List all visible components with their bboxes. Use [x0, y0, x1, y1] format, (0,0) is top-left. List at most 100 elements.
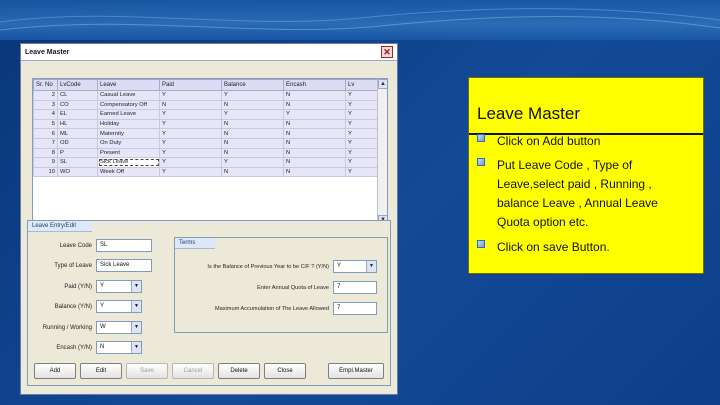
- type-of-leave-input[interactable]: Sick Leave: [96, 259, 152, 272]
- bullet-icon: [477, 158, 485, 166]
- callout-title: Leave Master: [477, 104, 580, 123]
- encash-select[interactable]: N ▼: [96, 341, 142, 354]
- type-of-leave-label: Type of Leave: [54, 263, 92, 269]
- col-header-leave[interactable]: Leave: [97, 79, 160, 91]
- cell-leave: Present: [97, 147, 160, 159]
- col-header-lv[interactable]: Lv: [345, 79, 378, 91]
- cell-balance: N: [221, 118, 284, 130]
- col-header-srno[interactable]: Sr. No: [33, 79, 58, 91]
- cell-srno: 5: [33, 118, 58, 130]
- cell-lv: Y: [345, 90, 378, 101]
- add-button[interactable]: Add: [34, 363, 76, 379]
- cell-srno: 7: [33, 137, 58, 149]
- cell-leave: Maternity: [97, 128, 160, 139]
- col-header-balance[interactable]: Balance: [221, 79, 284, 91]
- table-row[interactable]: 3 CO Compensatory Off N N N Y: [33, 99, 378, 111]
- empl-master-button[interactable]: Empl.Master: [328, 363, 384, 379]
- close-icon[interactable]: ✕: [381, 46, 393, 58]
- balance-select[interactable]: Y ▼: [96, 300, 142, 313]
- chevron-down-icon[interactable]: ▼: [131, 342, 141, 353]
- cell-leave: Earned Leave: [97, 109, 160, 120]
- cell-lvcode: EL: [57, 109, 98, 120]
- max-accumulation-input[interactable]: 7: [333, 302, 377, 315]
- annual-quota-label: Enter Annual Quota of Leave: [257, 285, 329, 291]
- cancel-button[interactable]: Cancel: [172, 363, 214, 379]
- encash-label: Encash (Y/N): [56, 345, 92, 351]
- running-working-select[interactable]: W ▼: [96, 321, 142, 334]
- cell-srno: 10: [33, 166, 58, 178]
- cell-lvcode: P: [57, 147, 98, 159]
- chevron-down-icon[interactable]: ▼: [131, 322, 141, 333]
- cell-leave: Week Off: [97, 166, 160, 178]
- paid-select[interactable]: Y ▼: [96, 280, 142, 293]
- cell-lv: Y: [345, 147, 378, 159]
- save-button[interactable]: Save: [126, 363, 168, 379]
- cell-leave: On Duty: [97, 137, 160, 149]
- chevron-down-icon[interactable]: ▼: [366, 261, 376, 272]
- cell-paid: Y: [159, 166, 222, 178]
- carry-forward-select[interactable]: Y ▼: [333, 260, 377, 273]
- bullet-text: Put Leave Code , Type of Leave,select pa…: [497, 158, 658, 229]
- bullet-item: Put Leave Code , Type of Leave,select pa…: [477, 156, 689, 232]
- cell-srno: 4: [33, 109, 58, 120]
- cell-encash: N: [283, 137, 346, 149]
- window-title: Leave Master: [25, 48, 70, 56]
- cell-lv: Y: [345, 137, 378, 149]
- leave-code-input[interactable]: SL: [96, 239, 152, 252]
- cell-encash: N: [283, 147, 346, 159]
- max-accumulation-label: Maximum Accumulation of The Leave Allowe…: [214, 306, 329, 312]
- cell-lvcode: WO: [57, 166, 98, 178]
- cell-encash: N: [283, 166, 346, 178]
- paid-value: Y: [100, 283, 105, 289]
- running-working-value: W: [100, 324, 106, 330]
- table-row[interactable]: 6 ML Maternity Y N N Y: [33, 128, 378, 139]
- cell-balance: N: [221, 166, 284, 178]
- table-row[interactable]: 4 EL Earned Leave Y Y Y Y: [33, 109, 378, 120]
- carry-forward-value: Y: [337, 263, 342, 269]
- carry-forward-label: Is the Balance of Previous Year to be C/…: [207, 264, 329, 270]
- col-header-encash[interactable]: Encash: [283, 79, 346, 91]
- table-row[interactable]: 10 WO Week Off Y N N Y: [33, 166, 378, 178]
- bullet-icon: [477, 240, 485, 248]
- leave-master-window: Leave Master ✕ Sr. No LvCode Leave Paid …: [20, 43, 398, 395]
- chevron-down-icon[interactable]: ▼: [131, 281, 141, 292]
- cell-paid: Y: [159, 90, 222, 101]
- col-header-paid[interactable]: Paid: [159, 79, 222, 91]
- leave-table: Sr. No LvCode Leave Paid Balance Encash …: [33, 79, 378, 178]
- paid-label: Paid (Y/N): [64, 284, 92, 290]
- cell-lv: Y: [345, 128, 378, 139]
- table-row[interactable]: 8 P Present Y N N Y: [33, 147, 378, 159]
- encash-value: N: [100, 344, 105, 350]
- table-row[interactable]: 7 OD On Duty Y N N Y: [33, 137, 378, 149]
- close-button[interactable]: Close: [264, 363, 306, 379]
- delete-button[interactable]: Delete: [218, 363, 260, 379]
- table-row[interactable]: 5 HL Holiday Y N N Y: [33, 118, 378, 130]
- chevron-down-icon[interactable]: ▼: [131, 301, 141, 312]
- table-row[interactable]: 2 CL Casual Leave Y Y N Y: [33, 90, 378, 101]
- cell-paid: Y: [159, 157, 222, 168]
- cell-lvcode: SL: [57, 157, 98, 168]
- bullet-item: Click on Add button: [477, 132, 689, 151]
- scroll-up-icon[interactable]: ▲: [378, 79, 387, 89]
- edit-button[interactable]: Edit: [80, 363, 122, 379]
- instruction-callout: Leave Master Click on Add button Put Lea…: [468, 77, 704, 274]
- cell-balance: N: [221, 147, 284, 159]
- cell-lv: Y: [345, 118, 378, 130]
- slide-header-band: [0, 0, 720, 40]
- bullet-text: Click on Add button: [497, 134, 601, 148]
- cell-paid: Y: [159, 147, 222, 159]
- cell-leave: Compensatory Off: [97, 99, 160, 111]
- col-header-lvcode[interactable]: LvCode: [57, 79, 98, 91]
- leave-entry-group: Leave Entry/Edit Leave Code SL Type of L…: [27, 220, 391, 386]
- bullet-icon: [477, 134, 485, 142]
- button-bar: Add Edit Save Cancel Delete Close Empl.M…: [34, 363, 386, 381]
- cell-encash: Y: [283, 109, 346, 120]
- grid-vertical-scrollbar[interactable]: ▲ ▼: [377, 79, 387, 225]
- cell-balance: N: [221, 128, 284, 139]
- cell-encash: N: [283, 99, 346, 111]
- table-row-selected[interactable]: 9 SL Sick Leave Y Y N Y: [33, 157, 378, 168]
- leave-grid[interactable]: Sr. No LvCode Leave Paid Balance Encash …: [32, 78, 388, 234]
- annual-quota-input[interactable]: 7: [333, 281, 377, 294]
- cell-lvcode: CO: [57, 99, 98, 111]
- cell-lvcode: HL: [57, 118, 98, 130]
